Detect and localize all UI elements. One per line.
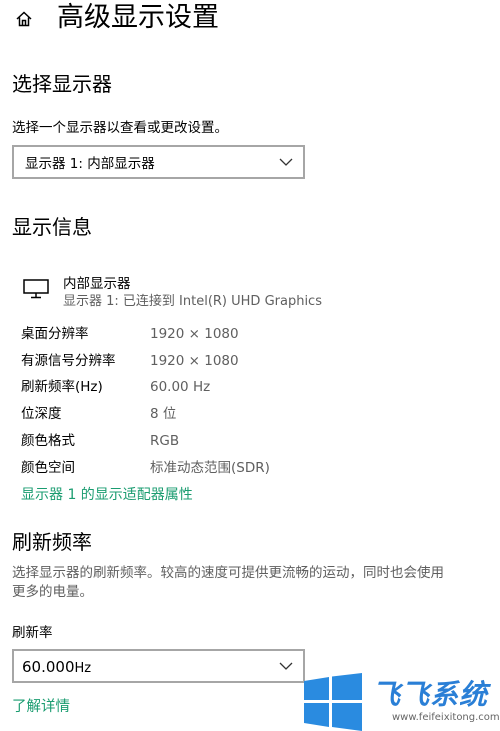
select-display-description: 选择一个显示器以查看或更改设置。 <box>12 120 228 136</box>
display-select-value: 显示器 1: 内部显示器 <box>25 156 155 172</box>
info-row-label: 刷新频率(Hz) <box>21 379 103 395</box>
refresh-rate-label: 刷新率 <box>12 625 53 641</box>
adapter-properties-link[interactable]: 显示器 1 的显示适配器属性 <box>21 485 193 505</box>
learn-more-link[interactable]: 了解详情 <box>12 697 70 717</box>
display-select-dropdown[interactable]: 显示器 1: 内部显示器 <box>12 145 305 179</box>
page-title: 高级显示设置 <box>57 2 219 33</box>
info-row-value: 1920 × 1080 <box>150 353 239 369</box>
home-icon[interactable] <box>14 9 34 29</box>
monitor-connection: 显示器 1: 已连接到 Intel(R) UHD Graphics <box>63 294 322 309</box>
refresh-description-line2: 更多的电量。 <box>12 584 93 600</box>
chevron-down-icon <box>279 662 293 670</box>
info-row-value: 标准动态范围(SDR) <box>150 460 270 476</box>
refresh-rate-value: 60.000 <box>22 657 75 676</box>
windows-logo-icon <box>304 672 362 731</box>
watermark-url: www.feifeixitong.com <box>392 711 500 723</box>
watermark-name: 飞飞系统 <box>372 677 489 711</box>
info-row-label: 颜色空间 <box>21 460 75 476</box>
info-row-value: 1920 × 1080 <box>150 326 239 342</box>
select-display-heading: 选择显示器 <box>12 72 112 96</box>
info-row-value: RGB <box>150 433 180 449</box>
info-row-label: 桌面分辨率 <box>21 326 89 342</box>
chevron-down-icon <box>279 158 293 166</box>
info-row-label: 颜色格式 <box>21 433 75 449</box>
monitor-icon <box>23 279 49 299</box>
refresh-description-line1: 选择显示器的刷新频率。较高的速度可提供更流畅的运动，同时也会使用 <box>12 565 444 581</box>
info-row-value: 8 位 <box>150 406 177 422</box>
refresh-rate-unit: Hz <box>74 660 92 676</box>
info-row-label: 位深度 <box>21 406 62 422</box>
refresh-rate-dropdown[interactable]: 60.000Hz <box>12 649 305 683</box>
display-info-heading: 显示信息 <box>12 215 92 239</box>
info-row-value: 60.00 Hz <box>150 379 211 395</box>
refresh-rate-heading: 刷新频率 <box>12 530 92 554</box>
info-row-label: 有源信号分辨率 <box>21 353 116 369</box>
monitor-name: 内部显示器 <box>63 276 131 292</box>
watermark: 飞飞系统 www.feifeixitong.com <box>302 672 500 731</box>
